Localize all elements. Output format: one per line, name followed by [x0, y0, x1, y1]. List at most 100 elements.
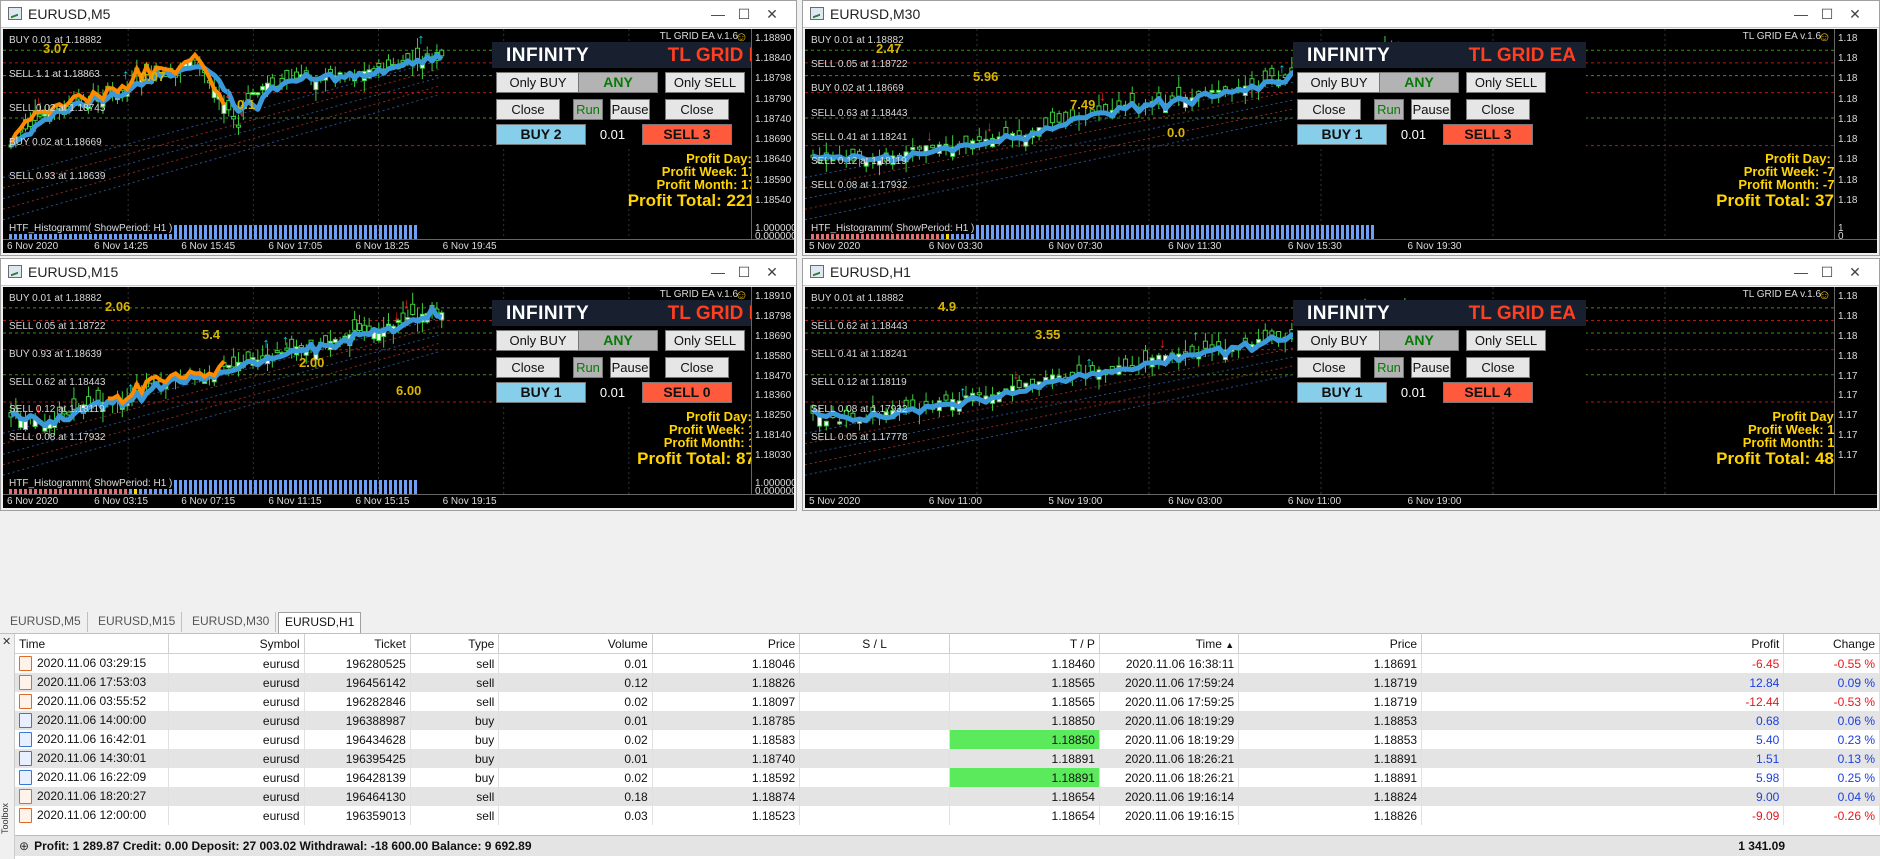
minimize-icon[interactable]: —	[708, 262, 728, 282]
cell-volume: 0.02	[498, 692, 653, 711]
price-chart[interactable]: ↓↑↓↑↓↑BUY 0.01 at 1.18882SELL 0.05 at 1.…	[3, 287, 794, 508]
price-chart[interactable]: ↓↑↓↑↓↑BUY 0.01 at 1.18882SELL 0.62 at 1.…	[805, 287, 1877, 508]
table-row[interactable]: 2020.11.06 16:22:09 eurusd 196428139 buy 0.0…	[15, 768, 1880, 787]
chart-window-m15[interactable]: EURUSD,M15— ☐ ✕ ↓ ↑ ↓ ↑ ↓ ↑ BUY 0.01 at 1.18882 SE…	[0, 258, 797, 511]
col-price[interactable]: Price	[652, 634, 801, 654]
pause-button[interactable]: Pause	[1411, 357, 1451, 378]
price-tick: 1.18580	[755, 350, 792, 362]
chart-window-m5[interactable]: EURUSD,M5— ☐ ✕ ↓ ↑ ↓ ↑ ↓ ↑ BUY 0.01 at 1.18882 SEL…	[0, 0, 797, 256]
only-buy-button[interactable]: Only BUY	[1297, 72, 1381, 93]
close-sell-button[interactable]: Close SELL	[1466, 357, 1530, 394]
col-tp[interactable]: T / P	[949, 634, 1100, 654]
close-buy-button[interactable]: Close BUY	[1297, 357, 1361, 394]
lot-size-field[interactable]: 0.01	[590, 124, 635, 145]
buy-button[interactable]: BUY 1	[1297, 382, 1387, 403]
table-row[interactable]: 2020.11.06 17:53:03 eurusd 196456142 sell 0.…	[15, 673, 1880, 692]
only-sell-button[interactable]: Only SELL	[1466, 330, 1546, 351]
maximize-icon[interactable]: ☐	[1817, 262, 1837, 282]
cell-sl	[799, 711, 951, 730]
tab-eurusd-h1[interactable]: EURUSD,H1	[278, 612, 362, 633]
maximize-icon[interactable]: ☐	[734, 262, 754, 282]
tab-eurusd-m30[interactable]: EURUSD,M30	[186, 612, 277, 632]
only-sell-button[interactable]: Only SELL	[1466, 72, 1546, 93]
order-price-label: SELL 0.41 at 1.18241	[811, 131, 908, 143]
close-icon[interactable]: ✕	[1845, 262, 1865, 282]
close-sell-button[interactable]: Close SELL	[665, 99, 729, 136]
sell-button[interactable]: SELL 3	[642, 124, 732, 145]
cell-type: buy	[410, 749, 500, 768]
chart-window-h1[interactable]: EURUSD,H1—☐✕↓↑↓↑↓↑BUY 0.01 at 1.18882SEL…	[802, 258, 1880, 511]
sell-button[interactable]: SELL 4	[1443, 382, 1533, 403]
pause-button[interactable]: Pause	[610, 99, 650, 120]
sell-button[interactable]: SELL 3	[1443, 124, 1533, 145]
price-chart[interactable]: ↓ ↑ ↓ ↑ ↓ ↑ BUY 0.01 at 1.18882 SELL 1.1 at 1.1…	[3, 29, 794, 253]
col-symbol[interactable]: Symbol	[168, 634, 305, 654]
only-sell-button[interactable]: Only SELL	[665, 330, 745, 351]
table-row[interactable]: 2020.11.06 14:00:00 eurusd 196388987 buy 0.0…	[15, 711, 1880, 730]
window-titlebar[interactable]: EURUSD,H1 — ☐ ✕	[803, 259, 1879, 286]
run-button[interactable]: Run	[573, 99, 603, 120]
table-row[interactable]: 2020.11.06 16:42:01 eurusd 196434628 buy 0.0…	[15, 730, 1880, 749]
col-change[interactable]: Change	[1783, 634, 1880, 654]
only-buy-button[interactable]: Only BUY	[496, 330, 580, 351]
maximize-icon[interactable]: ☐	[1817, 4, 1837, 24]
any-button[interactable]: ANY	[1379, 330, 1459, 351]
any-button[interactable]: ANY	[1379, 72, 1459, 93]
lot-size-field[interactable]: 0.01	[1391, 124, 1436, 145]
close-sell-button[interactable]: Close SELL	[665, 357, 729, 394]
close-sell-button[interactable]: Close SELL	[1466, 99, 1530, 136]
lot-size-field[interactable]: 0.01	[1391, 382, 1436, 403]
table-row[interactable]: 2020.11.06 14:30:01 eurusd 196395425 buy 0.0…	[15, 749, 1880, 768]
col-profit[interactable]: Profit	[1421, 634, 1785, 654]
cell-sl	[799, 749, 951, 768]
candle-body	[226, 364, 232, 369]
col-type[interactable]: Type	[410, 634, 500, 654]
table-row[interactable]: 2020.11.06 03:29:15 eurusd 196280525 sell 0.…	[15, 653, 1880, 673]
run-button[interactable]: Run	[1374, 99, 1404, 120]
buy-button[interactable]: BUY 1	[496, 382, 586, 403]
window-titlebar[interactable]: EURUSD,M15 — ☐ ✕	[1, 259, 796, 286]
minimize-icon[interactable]: —	[1791, 262, 1811, 282]
table-row[interactable]: 2020.11.06 03:55:52 eurusd 196282846 sell 0.…	[15, 692, 1880, 711]
sell-button[interactable]: SELL 0	[642, 382, 732, 403]
open-time: 2020.11.06 03:29:15	[37, 655, 147, 670]
col-sl[interactable]: S / L	[799, 634, 951, 654]
close-buy-button[interactable]: Close BUY	[496, 357, 560, 394]
col-ticket[interactable]: Ticket	[304, 634, 411, 654]
table-row[interactable]: 2020.11.06 18:20:27 eurusd 196464130 sell 0.…	[15, 787, 1880, 806]
run-button[interactable]: Run	[1374, 357, 1404, 378]
buy-button[interactable]: BUY 2	[496, 124, 586, 145]
tab-eurusd-m15[interactable]: EURUSD,M15	[92, 612, 183, 632]
table-row[interactable]: 2020.11.06 12:00:00 eurusd 196359013 sell 0.…	[15, 806, 1880, 825]
close-icon[interactable]: ✕	[2, 635, 11, 648]
window-titlebar[interactable]: EURUSD,M5 — ☐ ✕	[1, 1, 796, 28]
close-icon[interactable]: ✕	[1845, 4, 1865, 24]
close-icon[interactable]: ✕	[762, 4, 782, 24]
tab-eurusd-m5[interactable]: EURUSD,M5	[4, 612, 88, 632]
minimize-icon[interactable]: —	[708, 4, 728, 24]
pause-button[interactable]: Pause	[1411, 99, 1451, 120]
lot-size-field[interactable]: 0.01	[590, 382, 635, 403]
col-close-price[interactable]: Price	[1238, 634, 1423, 654]
maximize-icon[interactable]: ☐	[734, 4, 754, 24]
col-close-time[interactable]: Time ▲	[1099, 634, 1240, 654]
any-button[interactable]: ANY	[578, 72, 658, 93]
only-buy-button[interactable]: Only BUY	[1297, 330, 1381, 351]
any-button[interactable]: ANY	[578, 330, 658, 351]
price-chart[interactable]: ↓↑↓↑↓↑BUY 0.01 at 1.18882SELL 0.05 at 1.…	[805, 29, 1877, 253]
chart-window-m30[interactable]: EURUSD,M30—☐✕↓↑↓↑↓↑BUY 0.01 at 1.18882SE…	[802, 0, 1880, 256]
buy-button[interactable]: BUY 1	[1297, 124, 1387, 145]
window-titlebar[interactable]: EURUSD,M30 — ☐ ✕	[803, 1, 1879, 28]
minimize-icon[interactable]: —	[1791, 4, 1811, 24]
only-sell-button[interactable]: Only SELL	[665, 72, 745, 93]
close-icon[interactable]: ✕	[762, 262, 782, 282]
only-buy-button[interactable]: Only BUY	[496, 72, 580, 93]
pause-button[interactable]: Pause	[610, 357, 650, 378]
signal-arrow: ↑	[959, 383, 966, 399]
close-buy-button[interactable]: Close BUY	[1297, 99, 1361, 136]
col-volume[interactable]: Volume	[498, 634, 653, 654]
cell-change: 0.23 %	[1783, 730, 1880, 749]
run-button[interactable]: Run	[573, 357, 603, 378]
col-time[interactable]: Time	[15, 634, 169, 654]
close-buy-button[interactable]: Close BUY	[496, 99, 560, 136]
